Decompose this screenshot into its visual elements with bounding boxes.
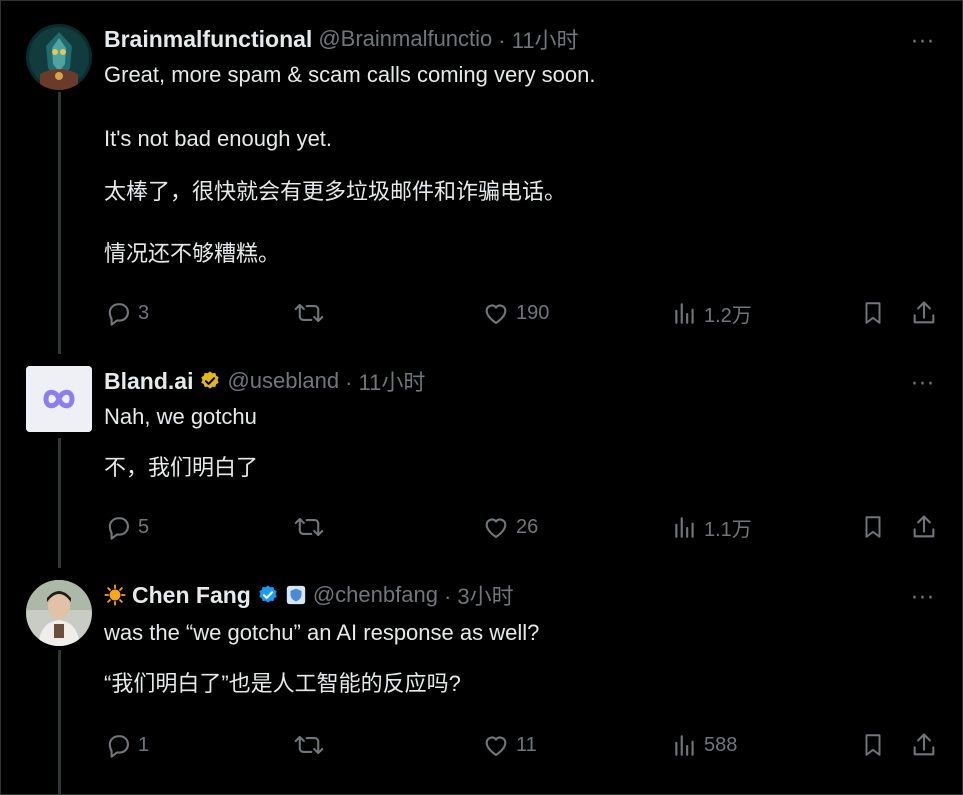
avatar[interactable] xyxy=(26,24,92,90)
affiliate-badge-icon xyxy=(285,584,307,606)
like-icon xyxy=(485,304,507,324)
tweet-text: It's not bad enough yet. xyxy=(104,126,333,151)
tweet-text: Great, more spam & scam calls coming ver… xyxy=(104,62,596,87)
share-button[interactable] xyxy=(910,512,938,542)
tweet-text: 情况还不够糟糕。 xyxy=(104,241,281,266)
bookmark-icon xyxy=(865,302,881,324)
bookmark-button[interactable] xyxy=(860,730,886,760)
view-count: 588 xyxy=(704,733,738,756)
tweet-brainmalfunctional[interactable]: Brainmalfunctional @Brainmalfunctio · 11… xyxy=(0,24,963,334)
tweet-header: Brainmalfunctional @Brainmalfunctio · 11… xyxy=(104,24,579,54)
like-icon xyxy=(485,736,507,756)
tweet-actions: 5 26 1.1万 xyxy=(104,512,939,542)
user-handle[interactable]: @Brainmalfunctio xyxy=(318,26,492,52)
timestamp[interactable]: · 11小时 xyxy=(498,23,578,55)
share-button[interactable] xyxy=(910,298,938,328)
views-icon xyxy=(675,517,694,538)
views-button[interactable]: 1.1万 xyxy=(672,512,752,542)
bookmark-icon xyxy=(865,734,881,756)
reply-count: 5 xyxy=(138,515,150,538)
views-icon xyxy=(675,735,694,756)
display-name[interactable]: Brainmalfunctional xyxy=(104,26,312,53)
avatar[interactable] xyxy=(26,580,92,646)
more-options-icon[interactable]: ··· xyxy=(911,372,935,397)
verified-gold-icon xyxy=(199,370,221,392)
bookmark-icon xyxy=(865,516,881,538)
retweet-icon xyxy=(294,735,324,755)
timestamp[interactable]: · 11小时 xyxy=(345,365,425,397)
reply-count: 1 xyxy=(138,733,150,756)
tweet-text: 太棒了，很快就会有更多垃圾邮件和诈骗电话。 xyxy=(104,179,567,204)
tweet-header: Bland.ai @usebland · 11小时 xyxy=(104,366,425,396)
share-icon xyxy=(913,733,935,756)
views-icon xyxy=(675,303,694,324)
verified-blue-icon xyxy=(257,584,279,606)
like-count: 190 xyxy=(516,301,550,324)
user-handle[interactable]: @chenbfang xyxy=(313,582,438,608)
share-button[interactable] xyxy=(910,730,938,760)
bookmark-button[interactable] xyxy=(860,298,886,328)
bookmark-button[interactable] xyxy=(860,512,886,542)
tweet-header: Chen Fang @chenbfang · 3小时 xyxy=(104,580,514,610)
sun-emoji-icon xyxy=(104,584,126,606)
view-count: 1.1万 xyxy=(704,518,752,541)
share-icon xyxy=(913,515,935,538)
reply-icon xyxy=(108,517,129,540)
user-handle[interactable]: @usebland xyxy=(227,368,339,394)
retweet-button[interactable] xyxy=(294,512,324,542)
avatar[interactable] xyxy=(26,366,92,432)
retweet-button[interactable] xyxy=(294,730,324,760)
like-button[interactable]: 11 xyxy=(482,730,537,760)
retweet-icon xyxy=(294,303,324,323)
views-button[interactable]: 588 xyxy=(672,730,737,760)
display-name[interactable]: Bland.ai xyxy=(104,368,193,395)
share-icon xyxy=(913,301,935,324)
tweet-text: was the “we gotchu” an AI response as we… xyxy=(104,620,540,645)
tweet-chen-fang[interactable]: Chen Fang @chenbfang · 3小时 ··· was the “… xyxy=(0,580,963,780)
tweet-text: Nah, we gotchu xyxy=(104,404,257,429)
like-button[interactable]: 190 xyxy=(482,298,549,328)
more-options-icon[interactable]: ··· xyxy=(911,30,935,55)
more-options-icon[interactable]: ··· xyxy=(911,586,935,611)
reply-button[interactable]: 1 xyxy=(104,730,149,760)
reply-button[interactable]: 5 xyxy=(104,512,149,542)
reply-icon xyxy=(108,735,129,758)
tweet-actions: 1 11 588 xyxy=(104,730,939,760)
like-button[interactable]: 26 xyxy=(482,512,538,542)
views-button[interactable]: 1.2万 xyxy=(672,298,752,328)
retweet-icon xyxy=(294,517,324,537)
retweet-button[interactable] xyxy=(294,298,324,328)
timestamp[interactable]: · 3小时 xyxy=(444,579,514,611)
reply-icon xyxy=(108,303,129,326)
like-count: 26 xyxy=(516,515,539,538)
tweet-text: “我们明白了”也是人工智能的反应吗? xyxy=(104,671,461,696)
like-count: 11 xyxy=(516,733,537,756)
like-icon xyxy=(485,518,507,538)
tweet-bland-ai[interactable]: Bland.ai @usebland · 11小时 ··· Nah, we go… xyxy=(0,366,963,566)
tweet-text: 不，我们明白了 xyxy=(104,455,259,480)
view-count: 1.2万 xyxy=(704,304,752,327)
reply-count: 3 xyxy=(138,301,150,324)
reply-button[interactable]: 3 xyxy=(104,298,149,328)
display-name[interactable]: Chen Fang xyxy=(132,582,251,609)
tweet-actions: 3 190 1.2万 xyxy=(104,298,939,328)
